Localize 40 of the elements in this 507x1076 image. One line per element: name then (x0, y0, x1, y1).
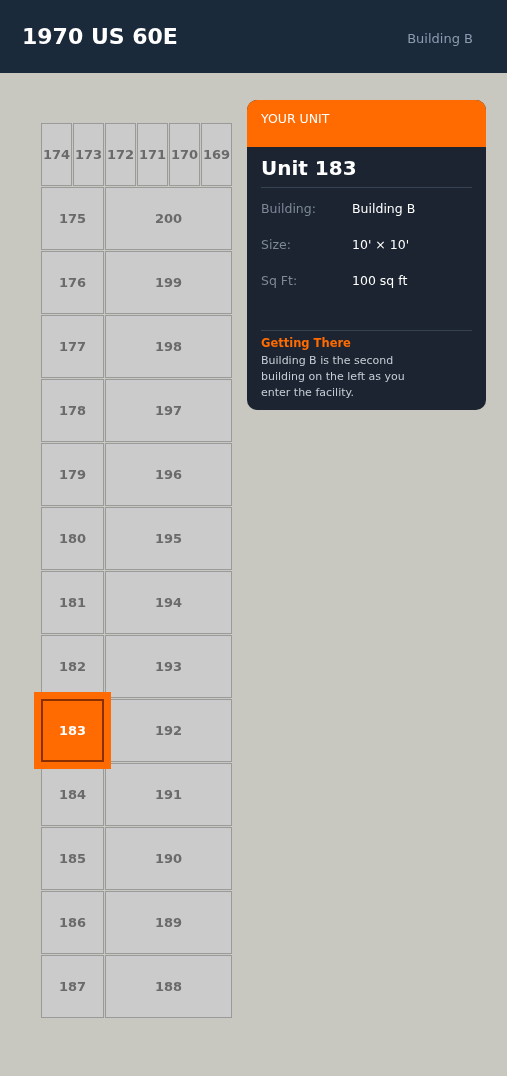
detail-value: 100 sq ft (352, 271, 408, 290)
storage-unit[interactable]: 181 (41, 571, 104, 634)
storage-unit[interactable]: 185 (41, 827, 104, 890)
detail-label: Sq Ft: (261, 271, 299, 290)
storage-unit[interactable]: 194 (105, 571, 232, 634)
detail-value: Building B (352, 200, 416, 218)
detail-value: 10' × 10' (352, 235, 410, 254)
storage-unit[interactable]: 177 (41, 315, 104, 378)
storage-unit[interactable]: 176 (41, 251, 104, 314)
detail-label: Size: (261, 235, 292, 254)
storage-unit[interactable]: 173 (73, 123, 104, 186)
storage-unit[interactable]: 171 (137, 123, 168, 186)
storage-unit[interactable]: 174 (41, 123, 72, 186)
directions-text: Building B is the second building on the left as you enter the facility. (261, 352, 406, 401)
storage-unit[interactable]: 170 (169, 123, 200, 186)
storage-unit[interactable]: 195 (105, 507, 232, 570)
storage-unit[interactable]: 196 (105, 443, 232, 506)
storage-unit[interactable]: 193 (105, 635, 232, 698)
storage-unit[interactable]: 200 (105, 187, 232, 250)
storage-unit[interactable]: 190 (105, 827, 232, 890)
storage-unit[interactable]: 180 (41, 507, 104, 570)
storage-unit[interactable]: 199 (105, 251, 232, 314)
storage-unit[interactable]: 186 (41, 891, 104, 954)
storage-unit[interactable]: 172 (105, 123, 136, 186)
building-label: Building B (407, 29, 473, 48)
unit-title: Unit 183 (261, 153, 472, 188)
storage-unit[interactable]: 191 (105, 763, 232, 826)
storage-unit[interactable]: 169 (201, 123, 232, 186)
card-heading: YOUR UNIT (261, 111, 330, 126)
storage-unit[interactable]: 178 (41, 379, 104, 442)
storage-unit[interactable]: 189 (105, 891, 232, 954)
storage-unit[interactable]: 175 (41, 187, 104, 250)
detail-label: Building: (261, 200, 317, 218)
storage-unit[interactable]: 197 (105, 379, 232, 442)
directions-title: Getting There (261, 335, 352, 353)
storage-unit[interactable]: 198 (105, 315, 232, 378)
storage-unit[interactable]: 188 (105, 955, 232, 1018)
storage-unit[interactable]: 187 (41, 955, 104, 1018)
page-title: 1970 US 60E (22, 23, 178, 51)
storage-unit[interactable]: 179 (41, 443, 104, 506)
